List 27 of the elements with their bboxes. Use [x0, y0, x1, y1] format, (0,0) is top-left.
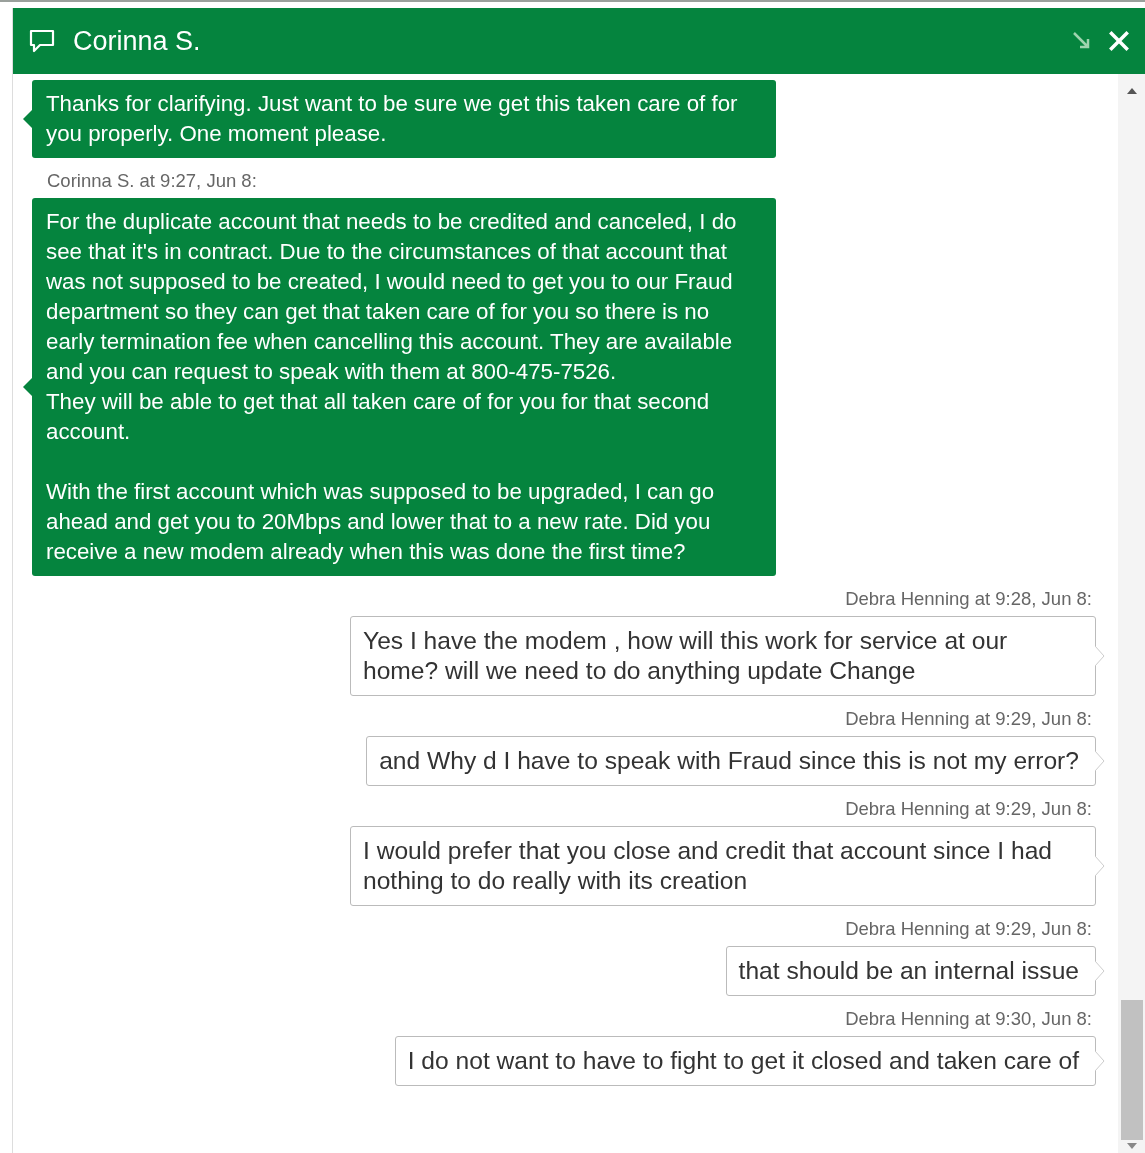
bubble-tail-icon: [1095, 1051, 1105, 1071]
bubble-tail-icon: [1095, 961, 1105, 981]
scroll-down-icon[interactable]: [1126, 1143, 1137, 1149]
message-timestamp: Debra Henning at 9:28, Jun 8:: [845, 588, 1093, 610]
message-timestamp: Debra Henning at 9:29, Jun 8:: [845, 708, 1093, 730]
message-bubble: I would prefer that you close and credit that account since I had nothing to do really with its creation: [350, 826, 1096, 906]
bubble-tail-icon: [23, 110, 32, 128]
message-bubble: Thanks for clarifying. Just want to be sure we get this taken care of for you properly. One moment please.: [32, 80, 776, 158]
scrollbar[interactable]: [1118, 74, 1145, 1153]
message-timestamp: Debra Henning at 9:30, Jun 8:: [845, 1008, 1093, 1030]
window-title: Corinna S.: [73, 25, 201, 57]
scroll-up-icon[interactable]: [1126, 88, 1137, 94]
speech-bubble-icon: [29, 29, 55, 53]
message-timestamp: Debra Henning at 9:29, Jun 8:: [845, 918, 1093, 940]
scrollbar-thumb[interactable]: [1120, 1000, 1143, 1140]
bubble-tail-icon: [1095, 751, 1105, 771]
message-bubble: Yes I have the modem , how will this work for service at our home? will we need to do anything update Change: [350, 616, 1096, 696]
bubble-tail-icon: [23, 378, 32, 396]
message-bubble: and Why d I have to speak with Fraud since this is not my error?: [366, 736, 1096, 786]
message-bubble: I do not want to have to fight to get it closed and taken care of: [394, 1036, 1096, 1086]
message-bubble: For the duplicate account that needs to be credited and canceled, I do see that it's in contract. Due to the circumstances of that account that was not supposed to be created, I would need to get you to our Fraud department so they can get that taken care of for you so there is no early termination fee when cancelling this account. They are available and you can request to speak with them at 800-475-7526. They will be able to get that all taken care of for you for that second account. With the first account which was supposed to be upgraded, I can go ahead and get you to 20Mbps and lower that to a new rate. Did you receive a new modem already when this was done the first time?: [32, 198, 776, 576]
close-button[interactable]: [1107, 29, 1131, 53]
bubble-tail-icon: [1095, 856, 1105, 876]
message-timestamp: Corinna S. at 9:27, Jun 8:: [46, 170, 257, 192]
message-timestamp: Debra Henning at 9:29, Jun 8:: [845, 798, 1093, 820]
message-bubble: that should be an internal issue: [725, 946, 1096, 996]
bubble-tail-icon: [1095, 646, 1105, 666]
